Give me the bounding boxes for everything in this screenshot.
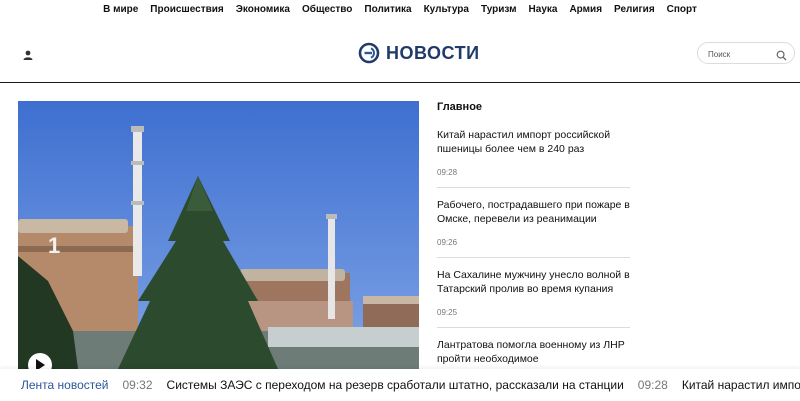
search-box: [697, 42, 795, 64]
ticker-time: 09:32: [122, 378, 153, 392]
search-input[interactable]: [706, 46, 776, 62]
nav-item-sport[interactable]: Спорт: [661, 0, 703, 20]
search-icon[interactable]: [776, 48, 787, 61]
nav-item-army[interactable]: Армия: [563, 0, 608, 20]
header-divider: [0, 82, 800, 83]
news-title[interactable]: Рабочего, пострадавшего при пожаре в Омс…: [437, 198, 630, 226]
nav-item-politics[interactable]: Политика: [358, 0, 417, 20]
ticker-time: 09:28: [637, 378, 668, 392]
nav-item-tourism[interactable]: Туризм: [475, 0, 523, 20]
svg-text:1: 1: [48, 233, 60, 258]
site-logo[interactable]: НОВОСТИ: [358, 42, 480, 64]
nav-item-science[interactable]: Наука: [523, 0, 564, 20]
nav-item-world[interactable]: В мире: [97, 0, 144, 20]
logo-text: НОВОСТИ: [386, 42, 480, 63]
news-title[interactable]: Китай нарастил импорт российской пшеницы…: [437, 128, 630, 156]
nav-item-religion[interactable]: Религия: [608, 0, 661, 20]
news-title[interactable]: На Сахалине мужчину унесло волной в Тата…: [437, 268, 630, 296]
news-feed-link[interactable]: Лента новостей: [21, 378, 109, 392]
nav-item-economy[interactable]: Экономика: [230, 0, 296, 20]
category-nav: В мире Происшествия Экономика Общество П…: [0, 0, 800, 20]
news-item[interactable]: Китай нарастил импорт российской пшеницы…: [437, 128, 630, 188]
site-header: НОВОСТИ: [0, 24, 800, 82]
top-news-section: Главное Китай нарастил импорт российской…: [437, 101, 630, 386]
user-icon[interactable]: [22, 48, 34, 60]
news-ticker: Лента новостей 09:32 Системы ЗАЭС с пере…: [0, 369, 800, 401]
news-title[interactable]: Лантратова помогла военному из ЛНР пройт…: [437, 338, 630, 366]
nav-item-society[interactable]: Общество: [296, 0, 358, 20]
hero-image[interactable]: 1: [18, 101, 419, 369]
news-time: 09:28: [437, 168, 458, 177]
ticker-headline[interactable]: Китай нарастил импорт р: [682, 378, 800, 392]
news-item[interactable]: На Сахалине мужчину унесло волной в Тата…: [437, 268, 630, 328]
nav-item-incidents[interactable]: Происшествия: [144, 0, 229, 20]
news-time: 09:25: [437, 308, 458, 317]
news-time: 09:26: [437, 238, 458, 247]
ticker-headline[interactable]: Системы ЗАЭС с переходом на резерв срабо…: [167, 378, 624, 392]
logo-mark-icon: [358, 42, 380, 64]
play-icon: [35, 359, 45, 369]
section-title: Главное: [437, 101, 483, 113]
nav-item-culture[interactable]: Культура: [418, 0, 475, 20]
news-item[interactable]: Рабочего, пострадавшего при пожаре в Омс…: [437, 198, 630, 258]
